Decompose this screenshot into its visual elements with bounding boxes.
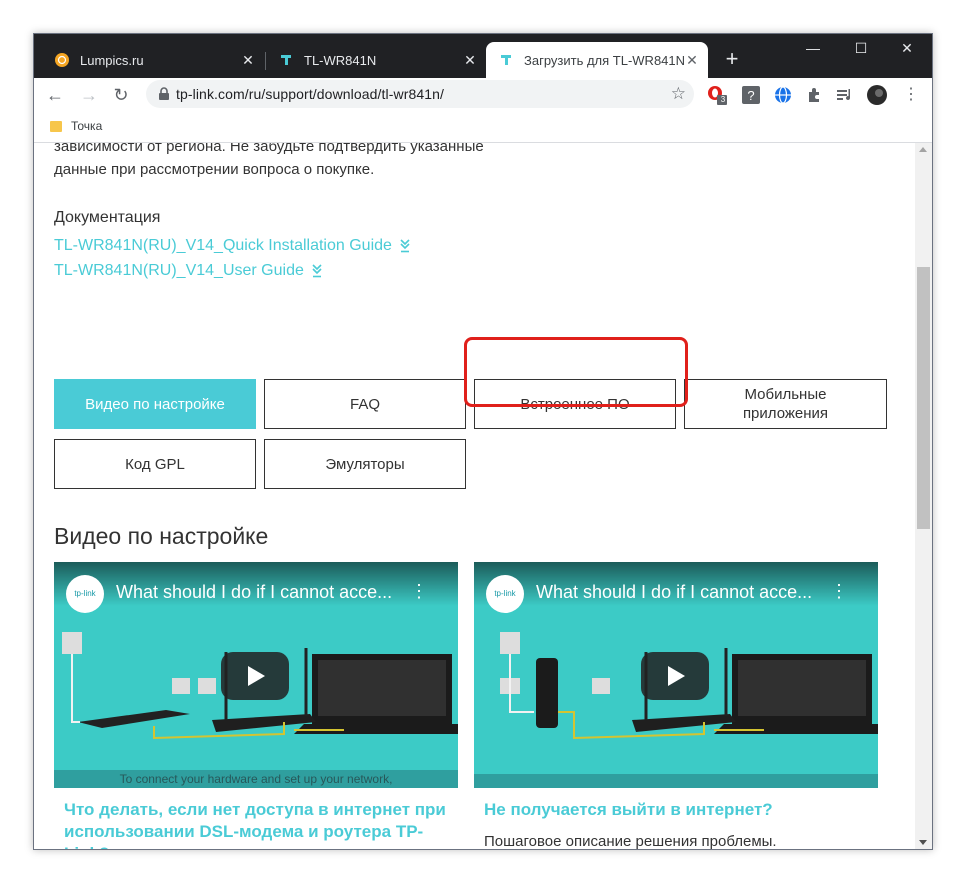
video-card-description: Пошаговое описание решения проблемы.: [484, 833, 777, 849]
tab-faq[interactable]: FAQ: [264, 379, 466, 429]
video-menu-icon[interactable]: ⋮: [830, 582, 848, 600]
download-icon: [400, 239, 410, 253]
browser-toolbar: ← → ↻ tp-link.com/ru/support/download/tl…: [34, 78, 932, 112]
page-viewport: зависимости от региона. Не забудьте подт…: [34, 143, 932, 849]
tplink-favicon-icon: [498, 52, 514, 68]
browser-window: Lumpics.ru ✕ TL-WR841N ✕ Загрузить для T…: [33, 33, 933, 850]
opera-extension-icon[interactable]: 3: [706, 84, 728, 106]
close-window-icon[interactable]: ✕: [884, 34, 930, 64]
tab-tl-wr841n[interactable]: TL-WR841N ✕: [266, 42, 486, 78]
play-icon: [668, 666, 685, 686]
new-tab-button[interactable]: +: [720, 47, 744, 71]
doc-link-label: TL-WR841N(RU)_V14_Quick Installation Gui…: [54, 237, 392, 254]
tab-download-active[interactable]: Загрузить для TL-WR841N | T ✕: [486, 42, 708, 78]
menu-kebab-icon[interactable]: ⋮: [898, 82, 924, 108]
help-extension-icon[interactable]: ?: [740, 84, 762, 106]
highlight-frame: [464, 337, 688, 407]
video-caption: [474, 774, 878, 788]
back-button[interactable]: ←: [42, 82, 68, 108]
scrollbar-thumb[interactable]: [917, 267, 930, 529]
doc-link-user-guide[interactable]: TL-WR841N(RU)_V14_User Guide: [54, 262, 322, 280]
tab-title: Lumpics.ru: [80, 52, 144, 68]
reload-button[interactable]: ↻: [108, 82, 134, 108]
video-caption: To connect your hardware and set up your…: [54, 770, 458, 788]
folder-icon: [50, 121, 62, 132]
puzzle-extension-icon[interactable]: [804, 84, 826, 106]
video-menu-icon[interactable]: ⋮: [410, 582, 428, 600]
scroll-up-arrow-icon[interactable]: [919, 147, 927, 152]
tab-title: TL-WR841N: [304, 52, 377, 68]
tab-gpl-code[interactable]: Код GPL: [54, 439, 256, 489]
video-player-title: What should I do if I cannot acce...: [536, 582, 813, 602]
play-button[interactable]: [221, 652, 289, 700]
tab-emulators[interactable]: Эмуляторы: [264, 439, 466, 489]
minimize-icon[interactable]: —: [790, 34, 836, 64]
video-player-title: What should I do if I cannot acce...: [116, 582, 393, 602]
section-title: Видео по настройке: [54, 523, 269, 549]
tab-close-icon[interactable]: ✕: [462, 52, 478, 68]
play-icon: [248, 666, 265, 686]
globe-extension-icon[interactable]: [772, 84, 794, 106]
forward-button[interactable]: →: [76, 82, 102, 108]
intro-text-line: зависимости от региона. Не забудьте подт…: [54, 143, 484, 155]
svg-text:?: ?: [747, 88, 754, 103]
play-button[interactable]: [641, 652, 709, 700]
lock-icon: [158, 87, 172, 101]
video-card-title-link[interactable]: Что делать, если нет доступа в интернет …: [64, 799, 464, 849]
intro-text-line: данные при рассмотрении вопроса о покупк…: [54, 161, 375, 178]
tab-mobile-apps[interactable]: Мобильные приложения: [684, 379, 887, 429]
documentation-heading: Документация: [54, 209, 161, 226]
profile-avatar[interactable]: [866, 84, 888, 106]
scroll-down-arrow-icon[interactable]: [919, 840, 927, 845]
tab-lumpics[interactable]: Lumpics.ru ✕: [42, 42, 264, 78]
bookmark-item[interactable]: Точка: [71, 119, 102, 133]
doc-link-label: TL-WR841N(RU)_V14_User Guide: [54, 262, 304, 279]
vertical-scrollbar[interactable]: [915, 143, 932, 849]
tab-close-icon[interactable]: ✕: [240, 52, 256, 68]
doc-link-quick-guide[interactable]: TL-WR841N(RU)_V14_Quick Installation Gui…: [54, 237, 410, 255]
tplink-channel-logo: tp-link: [486, 575, 524, 613]
orange-favicon-icon: [54, 52, 70, 68]
maximize-icon[interactable]: ☐: [838, 34, 884, 64]
tab-close-icon[interactable]: ✕: [684, 52, 700, 68]
video-card-title-link[interactable]: Не получается выйти в интернет?: [484, 799, 884, 821]
tplink-channel-logo: tp-link: [66, 575, 104, 613]
video-player[interactable]: tp-link What should I do if I cannot acc…: [54, 562, 458, 788]
tplink-favicon-icon: [278, 52, 294, 68]
extension-badge: 3: [720, 95, 726, 104]
bookmarks-bar: Точка: [34, 112, 932, 143]
tab-title: Загрузить для TL-WR841N | T: [524, 52, 684, 68]
tab-strip: Lumpics.ru ✕ TL-WR841N ✕ Загрузить для T…: [34, 34, 932, 78]
tab-video-setup[interactable]: Видео по настройке: [54, 379, 256, 429]
media-control-icon[interactable]: [834, 84, 856, 106]
download-icon: [312, 264, 322, 278]
video-player[interactable]: tp-link What should I do if I cannot acc…: [474, 562, 878, 788]
bookmark-star-icon[interactable]: ☆: [671, 84, 686, 104]
address-bar[interactable]: tp-link.com/ru/support/download/tl-wr841…: [146, 80, 694, 108]
url-text: tp-link.com/ru/support/download/tl-wr841…: [176, 86, 444, 102]
